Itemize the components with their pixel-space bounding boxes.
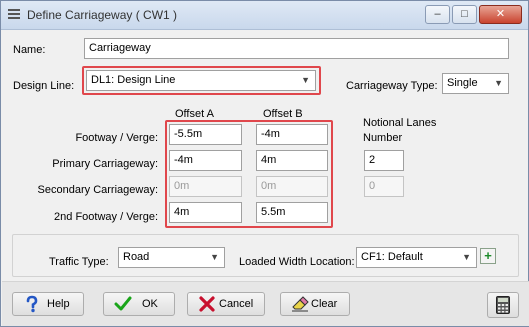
check-icon <box>114 296 132 311</box>
traffic-type-label: Traffic Type: <box>49 256 109 268</box>
calculator-button[interactable] <box>487 292 519 318</box>
design-line-highlight <box>82 66 321 95</box>
design-line-label: Design Line: <box>13 80 75 92</box>
name-label: Name: <box>13 44 46 56</box>
notional-lanes-header: Notional Lanes <box>363 117 437 129</box>
footway-verge-label: Footway / Verge: <box>75 132 158 144</box>
primary-lanes-input[interactable]: 2 <box>364 150 404 171</box>
maximize-button[interactable]: □ <box>452 5 477 24</box>
offsets-highlight <box>165 120 333 228</box>
loaded-width-select[interactable]: CF1: Default ▼ <box>356 247 477 268</box>
clear-button[interactable]: Clear <box>280 292 350 316</box>
clear-label: Clear <box>311 298 338 310</box>
second-footway-verge-label: 2nd Footway / Verge: <box>54 211 158 223</box>
cancel-label: Cancel <box>219 298 254 310</box>
chevron-down-icon: ▼ <box>210 252 219 262</box>
close-button[interactable]: ✕ <box>479 5 522 24</box>
cancel-button[interactable]: Cancel <box>187 292 265 316</box>
name-field[interactable]: Carriageway <box>84 38 509 59</box>
help-label: Help <box>47 298 70 310</box>
traffic-type-select[interactable]: Road ▼ <box>118 247 225 268</box>
question-icon <box>26 295 38 313</box>
loaded-width-label: Loaded Width Location: <box>239 256 355 268</box>
chevron-down-icon: ▼ <box>494 78 503 88</box>
carriageway-type-select[interactable]: Single ▼ <box>442 73 509 94</box>
traffic-type-value: Road <box>123 251 150 263</box>
ok-button[interactable]: OK <box>103 292 175 316</box>
offset-a-header: Offset A <box>175 108 214 120</box>
x-icon <box>199 296 215 312</box>
calculator-icon <box>496 296 510 314</box>
secondary-lanes-input: 0 <box>364 176 404 197</box>
help-button[interactable]: Help <box>12 292 84 316</box>
minimize-button[interactable]: – <box>425 5 450 24</box>
carriageway-type-label: Carriageway Type: <box>346 80 438 92</box>
notional-number-header: Number <box>363 132 403 144</box>
offset-b-header: Offset B <box>263 108 303 120</box>
primary-carriageway-label: Primary Carriageway: <box>52 158 158 170</box>
eraser-icon <box>292 296 309 312</box>
menu-lines-icon[interactable] <box>8 9 20 21</box>
window-title: Define Carriageway ( CW1 ) <box>27 8 178 22</box>
define-carriageway-dialog: Define Carriageway ( CW1 ) – □ ✕ Name: C… <box>0 0 529 327</box>
loaded-width-value: CF1: Default <box>361 251 423 263</box>
carriageway-type-value: Single <box>447 77 478 89</box>
chevron-down-icon: ▼ <box>462 252 471 262</box>
ok-label: OK <box>142 298 158 310</box>
title-bar: Define Carriageway ( CW1 ) – □ ✕ <box>1 1 528 30</box>
secondary-carriageway-label: Secondary Carriageway: <box>37 184 158 196</box>
add-loaded-width-button[interactable]: + <box>480 248 496 264</box>
